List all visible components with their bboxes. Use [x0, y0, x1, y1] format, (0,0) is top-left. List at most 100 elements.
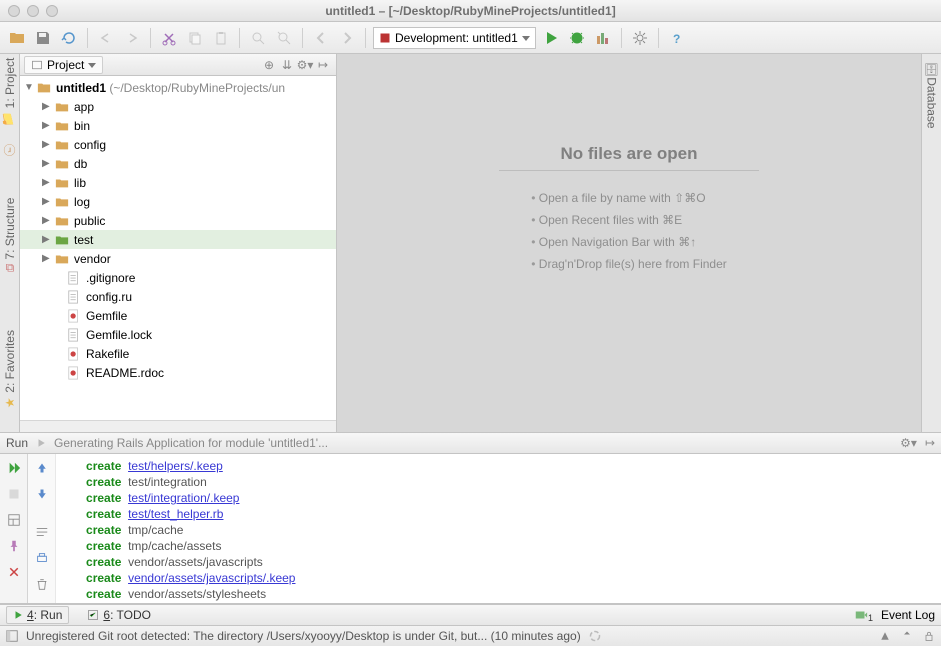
- run-config-select[interactable]: Development: untitled1: [373, 27, 536, 49]
- forward-icon[interactable]: [336, 27, 358, 49]
- cut-icon[interactable]: [158, 27, 180, 49]
- project-icon: [31, 59, 43, 71]
- file-icon: [66, 365, 82, 381]
- tree-folder-vendor[interactable]: ▶vendor: [20, 249, 336, 268]
- tree-file--gitignore[interactable]: .gitignore: [20, 268, 336, 287]
- tree-file-config-ru[interactable]: config.ru: [20, 287, 336, 306]
- up-arrow-button[interactable]: [32, 458, 52, 478]
- editor-placeholder: No files are open Open a file by name wi…: [337, 54, 921, 432]
- tree-folder-config[interactable]: ▶config: [20, 135, 336, 154]
- redo-icon[interactable]: [121, 27, 143, 49]
- run-config-label: Development: untitled1: [395, 31, 518, 45]
- folder-icon: [54, 194, 70, 210]
- lock-icon[interactable]: [921, 628, 937, 644]
- hide-panel-icon[interactable]: ↦: [314, 58, 332, 72]
- folder-icon: [54, 175, 70, 191]
- sidebar-tab-database[interactable]: 🗄Database: [925, 62, 939, 129]
- undo-icon[interactable]: [95, 27, 117, 49]
- sidebar-tab-project[interactable]: 📁1: Project: [3, 58, 17, 126]
- autoscroll-icon[interactable]: ⊕: [260, 58, 278, 72]
- run-panel-body: create test/helpers/.keep create test/in…: [0, 454, 941, 604]
- bottom-toolbar: 4: Run 6: TODO 1 Event Log: [0, 604, 941, 626]
- rerun-button[interactable]: [4, 458, 24, 478]
- open-folder-icon[interactable]: [6, 27, 28, 49]
- console-link[interactable]: vendor/assets/javascripts/.keep: [128, 571, 295, 585]
- folder-icon: [54, 251, 70, 267]
- debug-button[interactable]: [566, 27, 588, 49]
- bottom-tab-todo[interactable]: 6: TODO: [81, 607, 157, 623]
- run-panel-settings-icon[interactable]: ⚙▾: [900, 436, 917, 450]
- tree-folder-log[interactable]: ▶log: [20, 192, 336, 211]
- file-icon: [66, 346, 82, 362]
- folder-icon: [54, 232, 70, 248]
- find-icon[interactable]: [247, 27, 269, 49]
- no-files-title: No files are open: [499, 144, 759, 171]
- console-line: create vendor/assets/stylesheets/.keep: [66, 602, 931, 603]
- tree-root[interactable]: ▼ untitled1 (~/Desktop/RubyMineProjects/…: [20, 78, 336, 97]
- trash-button[interactable]: [32, 574, 52, 594]
- coverage-button[interactable]: [592, 27, 614, 49]
- inspections-icon[interactable]: [877, 628, 893, 644]
- file-icon: [66, 327, 82, 343]
- project-view-select[interactable]: Project: [24, 56, 103, 74]
- git-icon[interactable]: [899, 628, 915, 644]
- replace-icon[interactable]: [273, 27, 295, 49]
- event-log-label: Event Log: [881, 608, 935, 622]
- tool-windows-icon[interactable]: [4, 628, 20, 644]
- settings-icon[interactable]: [629, 27, 651, 49]
- tree-folder-bin[interactable]: ▶bin: [20, 116, 336, 135]
- status-message: Unregistered Git root detected: The dire…: [26, 629, 581, 643]
- print-button[interactable]: [32, 548, 52, 568]
- tree-folder-test[interactable]: ▶test: [20, 230, 336, 249]
- refresh-icon[interactable]: [58, 27, 80, 49]
- event-log-button[interactable]: 1 Event Log: [854, 608, 935, 622]
- svg-text:?: ?: [673, 32, 680, 46]
- tree-file-Gemfile[interactable]: Gemfile: [20, 306, 336, 325]
- folder-icon: [54, 99, 70, 115]
- console-link[interactable]: test/test_helper.rb: [128, 507, 223, 521]
- console-link[interactable]: test/helpers/.keep: [128, 459, 223, 473]
- tree-folder-public[interactable]: ▶public: [20, 211, 336, 230]
- sidebar-tab-structure[interactable]: ⧉7: Structure: [3, 198, 17, 272]
- run-play-small-icon: [36, 438, 46, 448]
- tree-file-Rakefile[interactable]: Rakefile: [20, 344, 336, 363]
- console-output[interactable]: create test/helpers/.keep create test/in…: [56, 454, 941, 603]
- run-button[interactable]: [540, 27, 562, 49]
- file-icon: [66, 270, 82, 286]
- tree-folder-lib[interactable]: ▶lib: [20, 173, 336, 192]
- sidebar-tab-rubymine[interactable]: ⓡ: [1, 144, 18, 156]
- copy-icon[interactable]: [184, 27, 206, 49]
- project-tree[interactable]: ▼ untitled1 (~/Desktop/RubyMineProjects/…: [20, 76, 336, 420]
- pin-button[interactable]: [4, 536, 24, 556]
- main-toolbar: Development: untitled1 ?: [0, 22, 941, 54]
- down-arrow-button[interactable]: [32, 484, 52, 504]
- folder-icon: [54, 213, 70, 229]
- run-panel-title: Generating Rails Application for module …: [54, 436, 328, 450]
- save-icon[interactable]: [32, 27, 54, 49]
- tree-folder-db[interactable]: ▶db: [20, 154, 336, 173]
- tree-file-README-rdoc[interactable]: README.rdoc: [20, 363, 336, 382]
- run-panel-hide-icon[interactable]: ↦: [925, 436, 935, 450]
- bottom-tab-run[interactable]: 4: Run: [6, 606, 69, 624]
- status-bar: Unregistered Git root detected: The dire…: [0, 626, 941, 646]
- tree-folder-app[interactable]: ▶app: [20, 97, 336, 116]
- console-link[interactable]: test/integration/.keep: [128, 491, 239, 505]
- project-h-scrollbar[interactable]: [20, 420, 336, 432]
- layout-button[interactable]: [4, 510, 24, 530]
- sidebar-tab-favorites[interactable]: ★2: Favorites: [3, 330, 17, 410]
- console-line: create test/test_helper.rb: [66, 506, 931, 522]
- tip-item: Drag'n'Drop file(s) here from Finder: [531, 253, 727, 275]
- soft-wrap-button[interactable]: [32, 522, 52, 542]
- back-icon[interactable]: [310, 27, 332, 49]
- window-title: untitled1 – [~/Desktop/RubyMineProjects/…: [0, 4, 941, 18]
- tree-file-Gemfile-lock[interactable]: Gemfile.lock: [20, 325, 336, 344]
- help-icon[interactable]: ?: [666, 27, 688, 49]
- collapse-all-icon[interactable]: ⇊: [278, 58, 296, 72]
- window-titlebar: untitled1 – [~/Desktop/RubyMineProjects/…: [0, 0, 941, 22]
- run-panel-label: Run: [6, 436, 28, 450]
- folder-icon: [54, 156, 70, 172]
- paste-icon[interactable]: [210, 27, 232, 49]
- panel-settings-icon[interactable]: ⚙▾: [296, 58, 314, 72]
- stop-button[interactable]: [4, 484, 24, 504]
- close-tab-button[interactable]: [4, 562, 24, 582]
